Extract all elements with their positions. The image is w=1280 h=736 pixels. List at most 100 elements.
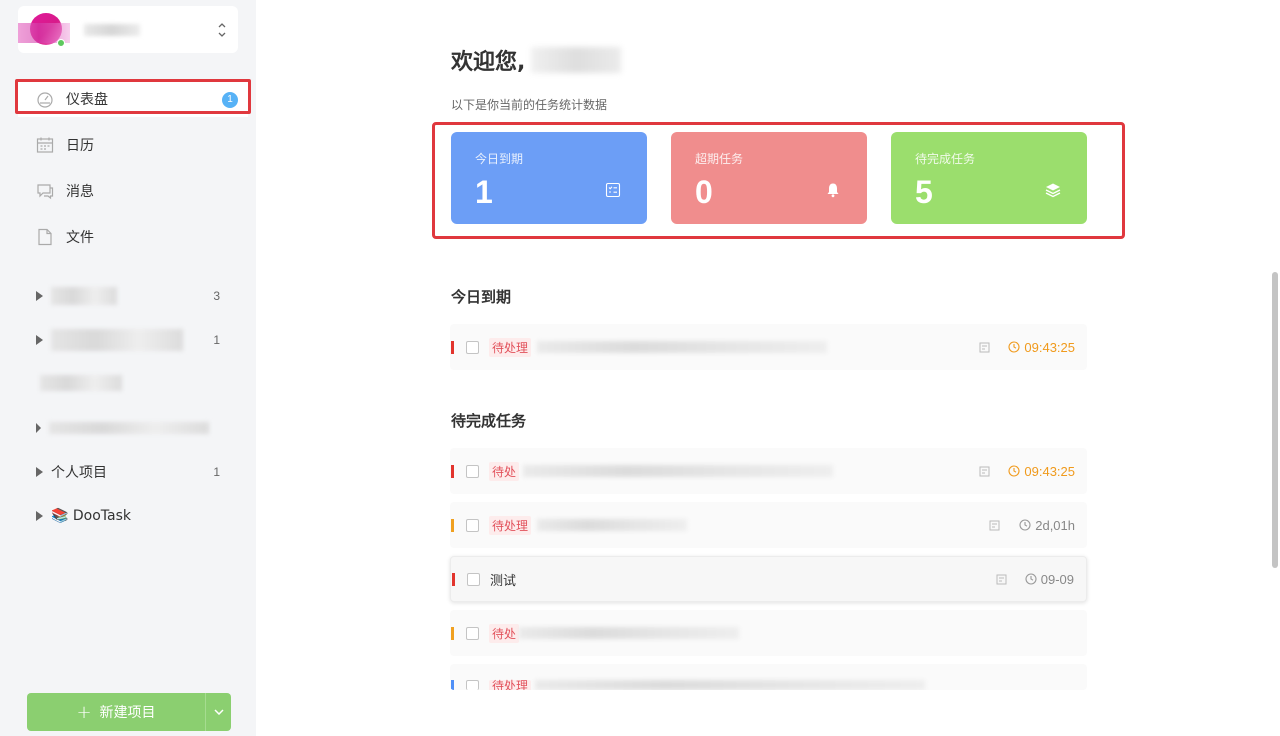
stat-value: 0 — [695, 174, 713, 210]
stat-card-due-today[interactable]: 今日到期 1 — [451, 132, 647, 224]
nav-label: 消息 — [66, 184, 94, 200]
plus-icon: + — [76, 701, 92, 723]
stat-value: 5 — [915, 174, 933, 210]
chevron-up-down-icon[interactable] — [216, 20, 228, 40]
subtask-icon — [989, 520, 1000, 530]
new-project-dropdown[interactable] — [205, 693, 231, 731]
status-tag: 待处理 — [489, 680, 532, 690]
dashboard-icon — [37, 92, 53, 108]
nav-label: 文件 — [66, 230, 94, 246]
task-row[interactable]: 待处 — [450, 610, 1087, 656]
caret-right-icon[interactable] — [36, 335, 43, 345]
project-item-dootask[interactable]: 📚 DooTask — [36, 501, 236, 531]
section-title-pending: 待完成任务 — [451, 412, 527, 430]
task-checkbox[interactable] — [467, 572, 480, 586]
task-checkbox[interactable] — [466, 518, 479, 532]
due-time-text: 09:43:25 — [1024, 463, 1075, 479]
task-checkbox[interactable] — [466, 626, 479, 640]
subtask-icon — [996, 574, 1007, 584]
clock-icon — [1008, 465, 1020, 477]
layers-icon — [1045, 183, 1061, 198]
task-row[interactable]: 待处 09:43:25 — [450, 448, 1087, 494]
chevron-down-icon — [213, 709, 224, 715]
priority-flag — [451, 518, 454, 532]
bell-icon — [827, 183, 839, 198]
task-title-redacted — [523, 465, 834, 477]
caret-right-icon[interactable] — [36, 511, 43, 521]
subtask-icon — [979, 342, 990, 352]
notification-badge: 1 — [222, 92, 238, 108]
calendar-icon — [36, 137, 54, 153]
project-name-redacted — [49, 422, 209, 434]
due-time-text: 09:43:25 — [1024, 339, 1075, 355]
task-checkbox[interactable] — [466, 340, 479, 354]
project-count: 1 — [213, 333, 220, 347]
due-time: 09-09 — [1025, 572, 1074, 587]
clock-icon — [1008, 341, 1020, 353]
priority-flag — [451, 626, 454, 640]
priority-flag — [451, 340, 454, 354]
new-project-label: 新建项目 — [99, 705, 156, 721]
stat-card-overdue[interactable]: 超期任务 0 — [671, 132, 867, 224]
task-title-redacted — [537, 519, 688, 531]
priority-flag — [451, 464, 454, 478]
status-tag: 待处理 — [489, 515, 532, 535]
project-item[interactable]: 1 — [36, 325, 236, 355]
task-row[interactable]: 测试 09-09 — [450, 556, 1087, 602]
project-item[interactable]: 3 — [36, 281, 236, 311]
project-name-redacted — [40, 375, 122, 391]
new-project-button[interactable]: + 新建项目 — [27, 693, 205, 731]
nav-label: 日历 — [66, 138, 94, 154]
task-title: 测试 — [490, 573, 517, 589]
nav-calendar[interactable]: 日历 — [18, 127, 248, 163]
sidebar: 仪表盘 1 日历 消息 文件 3 1 个人项目 1 📚 DooTask + 新建… — [0, 0, 256, 736]
user-name-redacted — [84, 24, 140, 36]
project-count: 3 — [213, 289, 220, 303]
nav-dashboard[interactable]: 仪表盘 1 — [18, 81, 248, 117]
section-title-today: 今日到期 — [451, 288, 512, 306]
caret-right-icon[interactable] — [36, 423, 41, 433]
user-switcher[interactable] — [18, 6, 238, 53]
project-name-redacted — [51, 329, 183, 351]
status-tag: 待处 — [489, 623, 520, 643]
new-project-button-group: + 新建项目 — [27, 693, 231, 731]
online-status-dot — [57, 39, 65, 47]
due-time: 09:43:25 — [1008, 464, 1075, 479]
stat-label: 待完成任务 — [915, 152, 976, 166]
task-title-redacted — [537, 341, 828, 353]
task-title-redacted — [535, 680, 926, 690]
due-time: 2d,01h — [1019, 518, 1075, 533]
clock-icon — [1025, 573, 1037, 585]
nav-files[interactable]: 文件 — [18, 219, 248, 255]
page-title: 欢迎您, — [451, 44, 622, 76]
checklist-icon — [605, 182, 621, 198]
file-icon — [38, 228, 52, 246]
nav-messages[interactable]: 消息 — [18, 173, 248, 209]
task-checkbox[interactable] — [466, 680, 479, 690]
clock-icon — [1019, 519, 1031, 531]
welcome-text: 欢迎您, — [451, 50, 526, 75]
status-tag: 待处 — [489, 461, 520, 481]
stat-label: 今日到期 — [475, 152, 524, 166]
project-name-redacted — [51, 287, 117, 305]
task-title-redacted — [519, 627, 740, 639]
caret-right-icon[interactable] — [36, 291, 43, 301]
stat-card-pending[interactable]: 待完成任务 5 — [891, 132, 1087, 224]
priority-flag — [452, 572, 455, 586]
project-count: 1 — [213, 465, 220, 479]
project-label: 📚 DooTask — [51, 508, 132, 524]
due-time-text: 2d,01h — [1035, 517, 1075, 533]
task-row[interactable]: 待处理 2d,01h — [450, 502, 1087, 548]
nav-label: 仪表盘 — [66, 92, 108, 108]
task-row[interactable]: 待处理 — [450, 664, 1087, 690]
caret-right-icon[interactable] — [36, 467, 43, 477]
page-subtitle: 以下是你当前的任务统计数据 — [451, 98, 608, 112]
scrollbar[interactable] — [1272, 272, 1278, 568]
project-item-personal[interactable]: 个人项目 1 — [36, 457, 236, 487]
project-item[interactable] — [36, 413, 236, 443]
priority-flag — [451, 680, 454, 690]
due-time-text: 09-09 — [1040, 571, 1074, 587]
user-name-redacted — [531, 47, 622, 73]
task-row[interactable]: 待处理 09:43:25 — [450, 324, 1087, 370]
task-checkbox[interactable] — [466, 464, 479, 478]
